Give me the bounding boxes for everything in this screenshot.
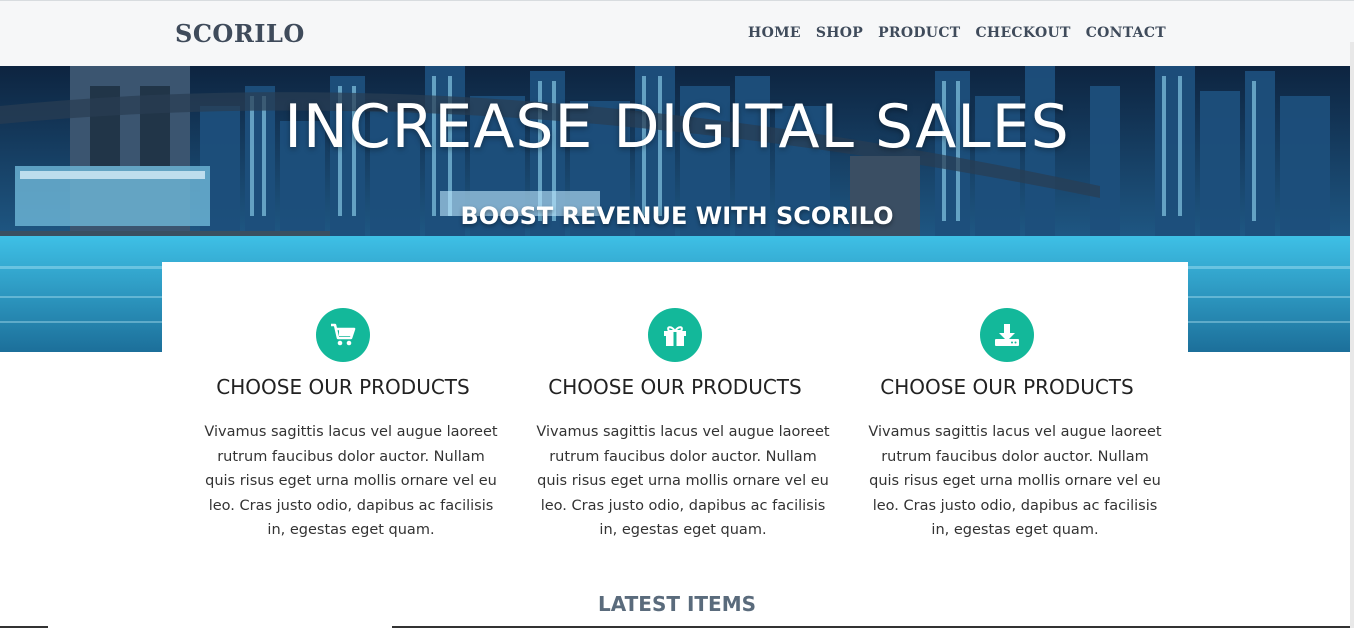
gift-icon xyxy=(648,308,702,362)
cart-icon xyxy=(316,308,370,362)
feature-text: Vivamus sagittis lacus vel augue laoreet… xyxy=(536,424,830,538)
main-nav: HOME SHOP PRODUCT CHECKOUT CONTACT xyxy=(748,25,1166,41)
brand-logo[interactable]: SCORILO xyxy=(175,19,305,48)
latest-items-heading: LATEST ITEMS xyxy=(597,592,757,616)
nav-home[interactable]: HOME xyxy=(748,25,801,41)
nav-contact[interactable]: CONTACT xyxy=(1086,25,1166,41)
feature-text: Vivamus sagittis lacus vel augue laoreet… xyxy=(204,424,498,538)
scrollbar[interactable] xyxy=(1350,42,1354,628)
hero-title: INCREASE DIGITAL SALES xyxy=(284,92,1070,162)
features-section: CHOOSE OUR PRODUCTS Vivamus sagittis lac… xyxy=(162,262,1188,562)
feature-title: CHOOSE OUR PRODUCTS xyxy=(880,375,1134,399)
feature-text: Vivamus sagittis lacus vel augue laoreet… xyxy=(868,424,1162,538)
nav-product[interactable]: PRODUCT xyxy=(878,25,960,41)
nav-checkout[interactable]: CHECKOUT xyxy=(975,25,1070,41)
nav-shop[interactable]: SHOP xyxy=(816,25,863,41)
download-icon xyxy=(980,308,1034,362)
hero-subtitle: BOOST REVENUE WITH SCORILO xyxy=(460,202,894,230)
feature-title: CHOOSE OUR PRODUCTS xyxy=(216,375,470,399)
top-navbar: SCORILO HOME SHOP PRODUCT CHECKOUT CONTA… xyxy=(0,0,1354,66)
feature-title: CHOOSE OUR PRODUCTS xyxy=(548,375,802,399)
